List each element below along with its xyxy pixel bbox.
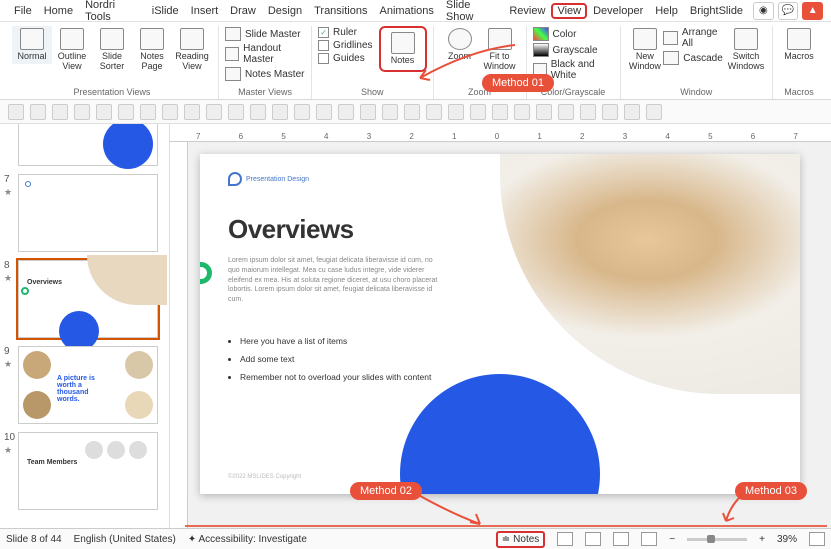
slide-heading: Overviews [228, 214, 354, 245]
qat-icon[interactable] [8, 104, 24, 120]
gridlines-checkbox[interactable]: Gridlines [318, 40, 372, 51]
notes-pane-divider-highlight [185, 525, 827, 527]
menu-nordri[interactable]: Nordri Tools [79, 0, 146, 25]
slide-master-button[interactable]: Slide Master [225, 27, 305, 41]
decorative-ring [200, 262, 212, 284]
zoom-slider[interactable] [687, 538, 747, 541]
menu-review[interactable]: Review [503, 3, 551, 19]
slide-canvas-area: 7 6 5 4 3 2 1 0 1 2 3 4 5 6 7 Presentati… [170, 124, 831, 528]
slide-thumbnail-10[interactable]: Team Members [18, 432, 158, 510]
status-slide-number: Slide 8 of 44 [6, 534, 62, 545]
zoom-in-button[interactable]: + [759, 534, 765, 545]
quick-access-toolbar [0, 100, 831, 124]
horizontal-ruler: 7 6 5 4 3 2 1 0 1 2 3 4 5 6 7 [170, 124, 831, 142]
guides-checkbox[interactable]: Guides [318, 53, 372, 64]
vertical-ruler [170, 142, 188, 528]
decorative-circle [400, 374, 600, 494]
group-label: Presentation Views [74, 85, 151, 99]
annotation-method-03: Method 03 [735, 482, 807, 500]
slide-thumbnail-8[interactable]: Overviews [18, 260, 158, 338]
color-button[interactable]: Color [533, 27, 614, 41]
slide-copyright: ©2022 MSLIDES Copyright [228, 474, 301, 480]
sorter-view-icon[interactable] [585, 532, 601, 546]
macros-button[interactable]: Macros [779, 26, 819, 64]
comment-button[interactable]: 💬 [778, 2, 799, 20]
annotation-method-01: Method 01 [482, 74, 554, 92]
outline-view-button[interactable]: Outline View [52, 26, 92, 74]
notes-master-button[interactable]: Notes Master [225, 67, 305, 81]
new-window-button[interactable]: New Window [627, 26, 664, 74]
menu-file[interactable]: File [8, 3, 38, 19]
group-window: New Window Arrange All Cascade Switch Wi… [621, 26, 773, 99]
arrow-to-notes-status [410, 488, 490, 528]
handout-master-button[interactable]: Handout Master [225, 43, 305, 65]
zoom-out-button[interactable]: − [669, 534, 675, 545]
annotation-method-02: Method 02 [350, 482, 422, 500]
menu-view[interactable]: View [551, 3, 587, 19]
group-presentation-views: Normal Outline View Slide Sorter Notes P… [6, 26, 219, 99]
slide-image [500, 154, 800, 394]
menu-draw[interactable]: Draw [224, 3, 262, 19]
slide-thumbnail[interactable] [18, 124, 158, 166]
slide-bullets: Here you have a list of items Add some t… [240, 336, 431, 390]
menubar: File Home Nordri Tools iSlide Insert Dra… [0, 0, 831, 22]
menu-insert[interactable]: Insert [185, 3, 225, 19]
normal-view-button[interactable]: Normal [12, 26, 52, 64]
menu-brightslide[interactable]: BrightSlide [684, 3, 749, 19]
status-language[interactable]: English (United States) [74, 534, 176, 545]
status-bar: Slide 8 of 44 English (United States) ✦ … [0, 528, 831, 549]
ruler-checkbox[interactable]: ✓Ruler [318, 27, 372, 38]
reading-view-icon[interactable] [613, 532, 629, 546]
workspace: 7★ 8★Overviews 9★A picture is worth a th… [0, 124, 831, 528]
fit-to-window-icon[interactable] [809, 532, 825, 546]
status-notes-button[interactable]: ≐ Notes [496, 531, 546, 548]
slide-sorter-button[interactable]: Slide Sorter [92, 26, 132, 74]
menu-help[interactable]: Help [649, 3, 684, 19]
group-master-views: Slide Master Handout Master Notes Master… [219, 26, 312, 99]
switch-windows-button[interactable]: Switch Windows [726, 26, 766, 74]
zoom-percent[interactable]: 39% [777, 534, 797, 545]
group-macros: Macros Macros [773, 26, 825, 99]
slide-paragraph: Lorem ipsum dolor sit amet, feugiat deli… [228, 256, 438, 305]
menu-slideshow[interactable]: Slide Show [440, 0, 503, 25]
grayscale-button[interactable]: Grayscale [533, 43, 614, 57]
record-button[interactable]: ◉ [753, 2, 774, 20]
menu-developer[interactable]: Developer [587, 3, 649, 19]
reading-view-button[interactable]: Reading View [172, 26, 212, 74]
normal-view-icon[interactable] [557, 532, 573, 546]
slide-canvas[interactable]: Presentation Design Overviews Lorem ipsu… [200, 154, 800, 494]
slideshow-view-icon[interactable] [641, 532, 657, 546]
slide-thumbnail-7[interactable] [18, 174, 158, 252]
slide-thumbnails-pane[interactable]: 7★ 8★Overviews 9★A picture is worth a th… [0, 124, 170, 528]
menu-animations[interactable]: Animations [373, 3, 439, 19]
menu-design[interactable]: Design [262, 3, 308, 19]
menu-transitions[interactable]: Transitions [308, 3, 373, 19]
arrange-all-button[interactable]: Arrange All [663, 27, 726, 49]
menu-islide[interactable]: iSlide [146, 3, 185, 19]
status-accessibility[interactable]: ✦ Accessibility: Investigate [188, 534, 307, 545]
brand-label: Presentation Design [228, 172, 309, 186]
cascade-button[interactable]: Cascade [663, 51, 726, 65]
slide-thumbnail-9[interactable]: A picture is worth a thousand words. [18, 346, 158, 424]
menu-home[interactable]: Home [38, 3, 79, 19]
account-button[interactable]: ▲ [802, 2, 823, 20]
notes-page-button[interactable]: Notes Page [132, 26, 172, 74]
